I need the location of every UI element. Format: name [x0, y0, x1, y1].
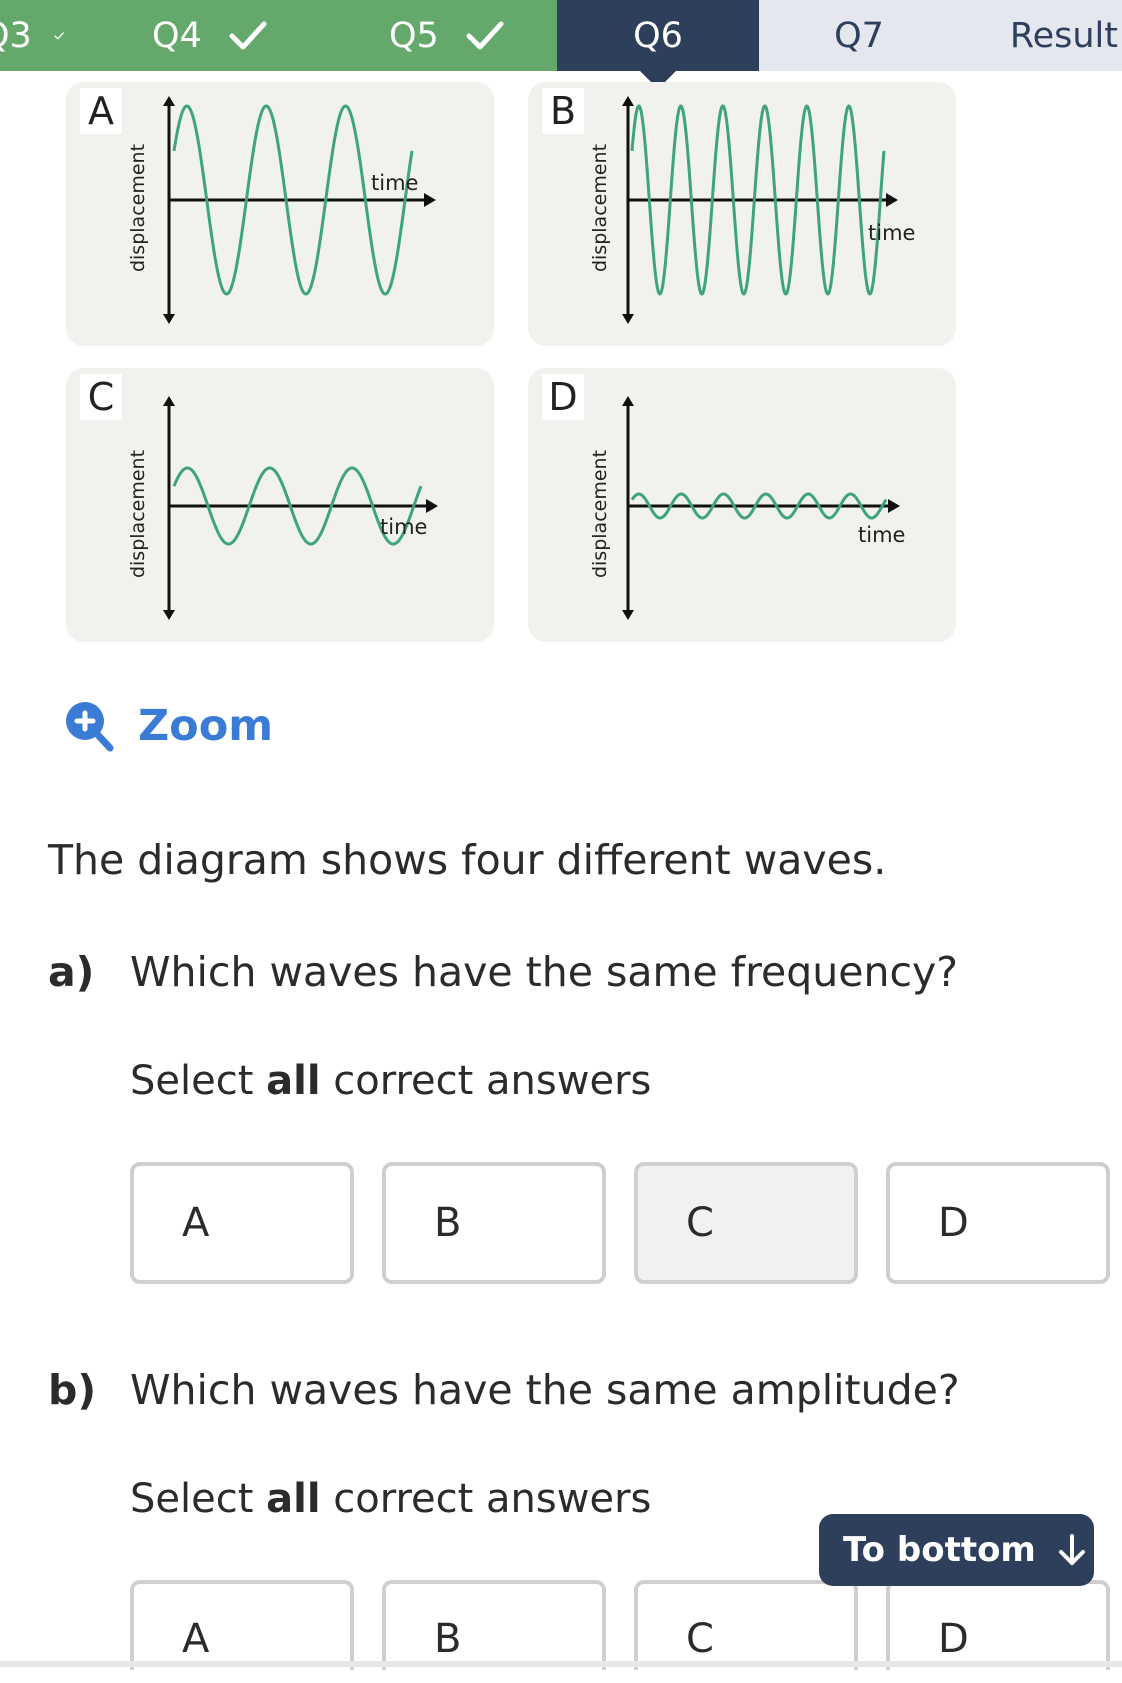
hint-text: Select	[130, 1476, 267, 1522]
x-axis-arrow	[426, 499, 438, 513]
y-axis-arrow-down	[163, 314, 175, 324]
wave-graph-a: time displacement	[127, 96, 436, 324]
option-a-B[interactable]: B	[382, 1162, 606, 1284]
x-axis-arrow	[886, 193, 898, 207]
y-axis-arrow-up	[622, 396, 634, 406]
question-intro: The diagram shows four different waves.	[48, 836, 887, 884]
option-label: D	[938, 1616, 969, 1662]
y-axis-arrow-up	[622, 96, 634, 106]
zoom-in-icon	[66, 702, 114, 752]
wave-panel-a: time displacement A	[66, 82, 494, 346]
option-b-B[interactable]: B	[382, 1580, 606, 1670]
option-label: A	[182, 1200, 210, 1246]
wave-panel-d: time displacement D	[528, 368, 956, 642]
arrow-down-icon	[1058, 1534, 1085, 1565]
check-icon	[466, 21, 504, 49]
y-axis-label: displacement	[127, 450, 149, 578]
bottom-divider	[0, 1661, 1122, 1667]
tab-result[interactable]: Result	[959, 0, 1122, 71]
wave-panel-b: time displacement B	[528, 82, 956, 346]
x-axis-arrow	[424, 193, 436, 207]
tab-label: Result	[1009, 15, 1118, 56]
panel-letter: D	[542, 374, 584, 420]
tab-q4[interactable]: Q4	[64, 0, 269, 71]
y-axis-label: displacement	[589, 450, 611, 578]
panel-letter: C	[80, 374, 122, 420]
option-a-C[interactable]: C	[634, 1162, 858, 1284]
question-b-text: Which waves have the same amplitude?	[130, 1366, 960, 1414]
option-label: B	[434, 1200, 462, 1246]
x-axis-label: time	[371, 171, 418, 195]
option-a-D[interactable]: D	[886, 1162, 1110, 1284]
zoom-button[interactable]: Zoom	[64, 700, 273, 752]
to-bottom-label: To bottom	[843, 1530, 1036, 1570]
option-label: A	[182, 1616, 210, 1662]
option-b-C[interactable]: C	[634, 1580, 858, 1670]
option-b-D[interactable]: D	[886, 1580, 1110, 1670]
option-label: B	[434, 1616, 462, 1662]
y-axis-label: displacement	[127, 144, 149, 272]
hint-text: Select	[130, 1058, 267, 1104]
question-tab-bar: Q3 Q4 Q5 Q6 Q7 Result	[0, 0, 1122, 89]
wave-panel-c: time displacement C	[66, 368, 494, 642]
tab-q3[interactable]: Q3	[0, 0, 64, 71]
wave-graph-b: time displacement	[589, 96, 915, 324]
option-b-A[interactable]: A	[130, 1580, 354, 1670]
question-a-label: a)	[48, 948, 95, 996]
check-icon	[229, 21, 267, 49]
tab-label: Q7	[834, 15, 884, 56]
option-label: C	[686, 1616, 714, 1662]
panel-letter: B	[542, 88, 584, 134]
tab-label: Q3	[0, 15, 32, 56]
option-label: D	[938, 1200, 969, 1246]
y-axis-arrow-down	[622, 610, 634, 620]
y-axis-label: displacement	[589, 144, 611, 272]
y-axis-arrow-down	[163, 610, 175, 620]
y-axis-arrow-up	[163, 96, 175, 106]
zoom-label: Zoom	[138, 701, 274, 751]
hint-text: correct answers	[320, 1058, 652, 1104]
tab-q5[interactable]: Q5	[269, 0, 557, 71]
question-a-text: Which waves have the same frequency?	[130, 948, 959, 996]
question-b-label: b)	[48, 1366, 97, 1414]
wave-graph-d: time displacement	[589, 396, 905, 620]
hint-emphasis: all	[266, 1058, 321, 1104]
hint-emphasis: all	[266, 1476, 321, 1522]
x-axis-label: time	[380, 515, 427, 539]
question-b-hint: Select all correct answers	[130, 1476, 651, 1522]
x-axis-label: time	[858, 523, 905, 547]
question-a-hint: Select all correct answers	[130, 1058, 651, 1104]
tab-q6[interactable]: Q6	[557, 0, 759, 89]
to-bottom-button[interactable]: To bottom	[819, 1514, 1094, 1586]
y-axis-arrow-down	[622, 314, 634, 324]
check-icon	[54, 31, 64, 39]
tab-label: Q6	[633, 15, 683, 56]
tab-q7[interactable]: Q7	[759, 0, 959, 71]
tab-label: Q4	[152, 15, 202, 56]
y-axis-arrow-up	[163, 396, 175, 406]
x-axis-label: time	[868, 221, 915, 245]
option-a-A[interactable]: A	[130, 1162, 354, 1284]
tab-label: Q5	[389, 15, 439, 56]
wave-graph-c: time displacement	[127, 396, 438, 620]
panel-letter: A	[80, 88, 122, 134]
x-axis-arrow	[888, 499, 900, 513]
hint-text: correct answers	[320, 1476, 652, 1522]
option-label: C	[686, 1200, 714, 1246]
